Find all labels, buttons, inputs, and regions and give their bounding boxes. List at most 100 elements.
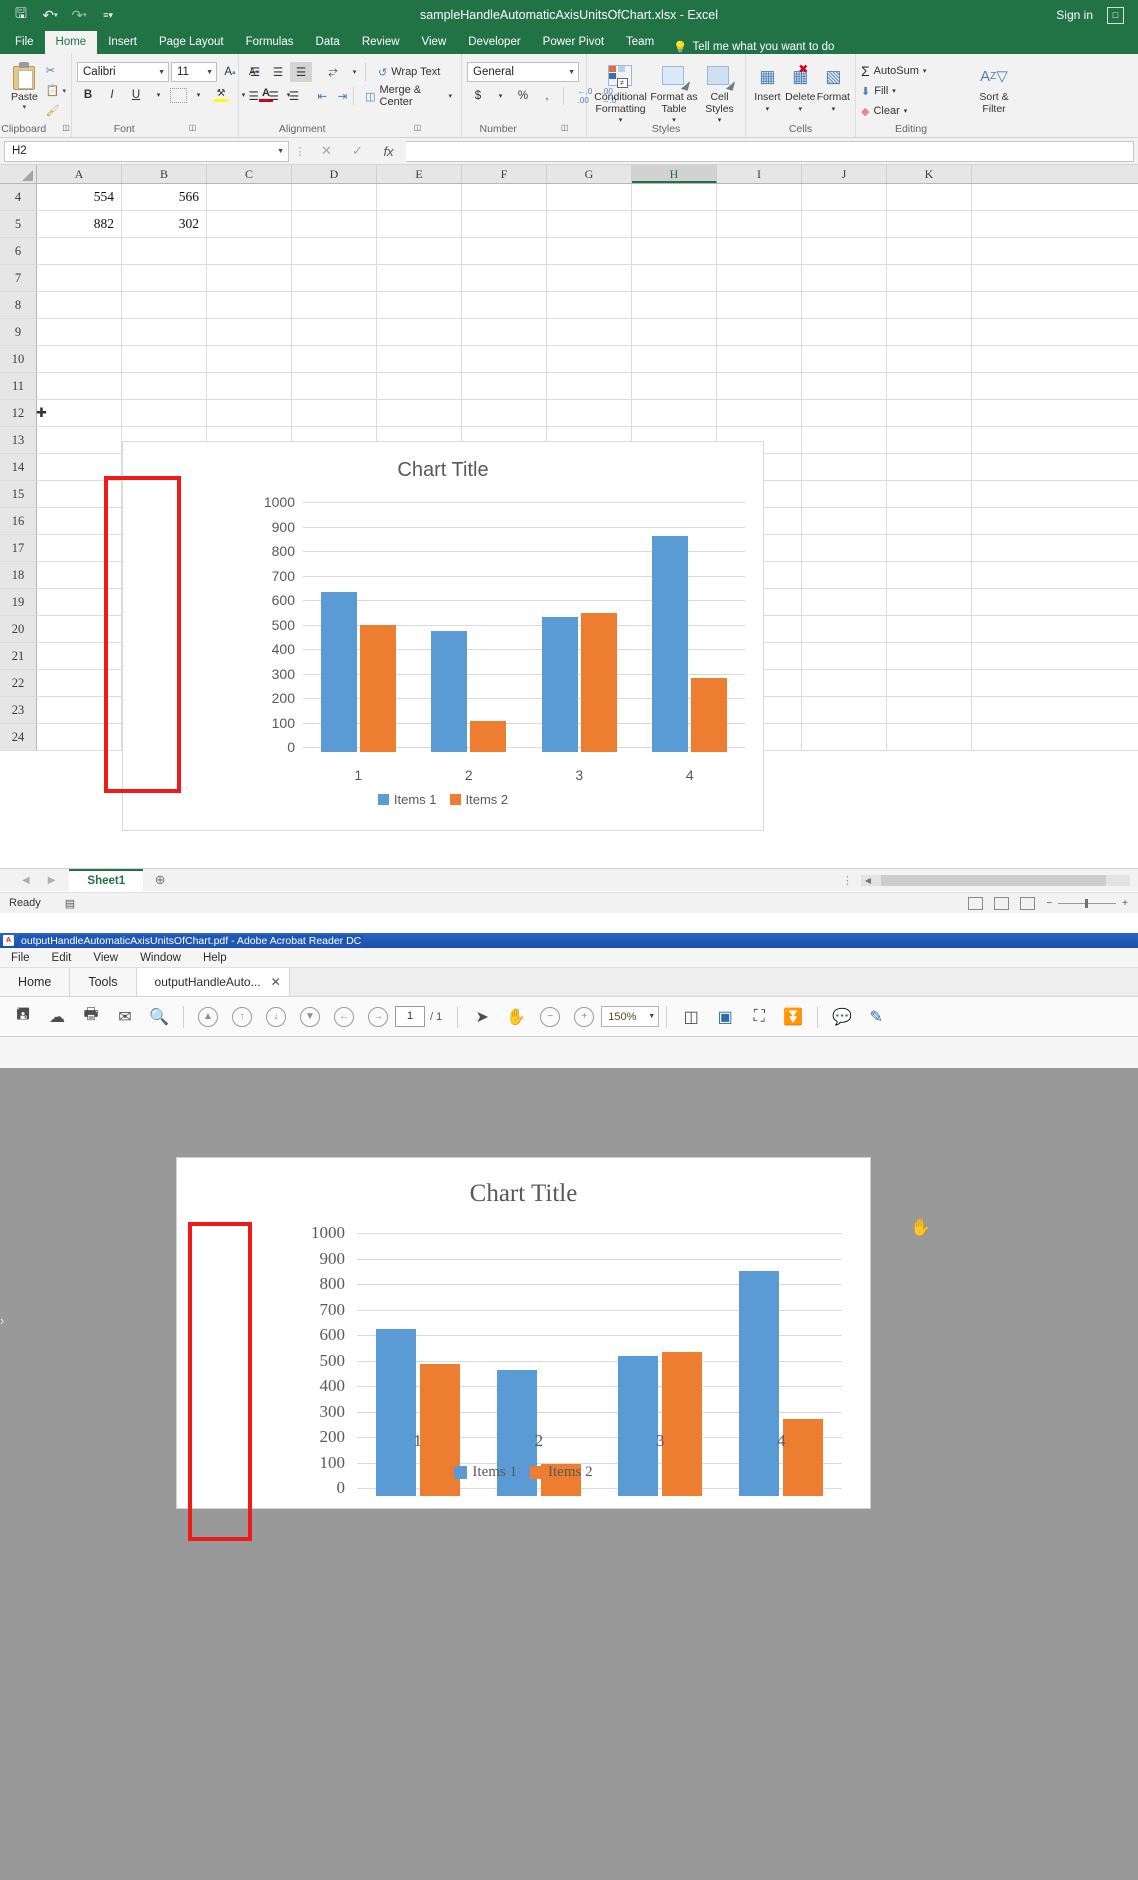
pdf-canvas[interactable]: Chart Title 1000900800700600500400300200… [0,1068,1138,1880]
bar-items-2-4[interactable] [783,1419,823,1496]
cut-button[interactable]: ✂ [46,62,66,79]
search-icon[interactable]: 🔍 [142,1000,176,1034]
cell-K21[interactable] [887,643,972,669]
cell-J23[interactable] [802,697,887,723]
menu-window[interactable]: Window [129,952,192,964]
cell-B11[interactable] [122,373,207,399]
last-page-icon[interactable]: ▼ [293,1000,327,1034]
borders-dropdown-icon[interactable]: ▾ [189,85,208,105]
sign-in-button[interactable]: Sign in [1056,8,1093,22]
cell-H5[interactable] [632,211,717,237]
save-icon[interactable]: 🖫 [12,6,30,24]
cell-K23[interactable] [887,697,972,723]
cell-styles-button[interactable]: Cell Styles ▾ [699,60,740,127]
zoom-out-icon[interactable]: − [533,1000,567,1034]
cell-C6[interactable] [207,238,292,264]
row-header-20[interactable]: 20 [0,616,37,642]
menu-file[interactable]: File [0,952,41,964]
cell-C5[interactable] [207,211,292,237]
cell-A20[interactable] [37,616,122,642]
cell-I11[interactable] [717,373,802,399]
ribbon-tab-insert[interactable]: Insert [97,31,148,54]
row-header-5[interactable]: 5 [0,211,37,237]
comma-style-button[interactable]: , [536,86,558,106]
cell-I6[interactable] [717,238,802,264]
name-box[interactable]: H2 ▼ [4,141,289,162]
accounting-dropdown-icon[interactable]: ▾ [491,86,510,106]
increase-font-size-button[interactable]: A▴ [219,62,241,82]
cell-A17[interactable] [37,535,122,561]
delete-cells-button[interactable]: ▦✖ Delete ▾ [784,60,817,115]
zoom-in-icon[interactable]: + [567,1000,601,1034]
bar-items-2-1[interactable] [360,625,396,752]
cell-G6[interactable] [547,238,632,264]
page-layout-view-button[interactable] [994,897,1009,910]
bold-button[interactable]: B [77,85,99,105]
cell-B12[interactable] [122,400,207,426]
cell-J11[interactable] [802,373,887,399]
row-header-10[interactable]: 10 [0,346,37,372]
cell-K15[interactable] [887,481,972,507]
navigation-pane-toggle[interactable] [0,1068,7,1880]
cell-A19[interactable] [37,589,122,615]
bar-items-1-2[interactable] [431,631,467,752]
row-header-24[interactable]: 24 [0,724,37,750]
cell-A16[interactable] [37,508,122,534]
copy-button[interactable]: 📋▾ [46,82,66,99]
column-header-b[interactable]: B [122,165,207,183]
next-page-icon[interactable]: ↓ [259,1000,293,1034]
cell-E5[interactable] [377,211,462,237]
paste-button[interactable]: Paste ▾ [5,59,44,111]
cell-E9[interactable] [377,319,462,345]
tab-home[interactable]: Home [0,968,70,996]
number-format-combo[interactable]: General ▼ [467,62,579,82]
cell-E7[interactable] [377,265,462,291]
cell-I10[interactable] [717,346,802,372]
column-header-h[interactable]: H [632,165,717,183]
cell-B9[interactable] [122,319,207,345]
previous-sheet-icon[interactable]: ◀ [22,875,30,886]
menu-view[interactable]: View [82,952,129,964]
tell-me-box[interactable]: 💡 Tell me what you want to do [665,40,834,54]
save-icon[interactable]: 🖪 [6,1000,40,1034]
cell-K16[interactable] [887,508,972,534]
accounting-format-button[interactable]: $ [467,86,489,106]
cell-J18[interactable] [802,562,887,588]
bar-items-2-2[interactable] [470,721,506,752]
cell-A13[interactable] [37,427,122,453]
cell-H6[interactable] [632,238,717,264]
fill-color-button[interactable]: ⚒ [210,85,232,105]
cell-F4[interactable] [462,184,547,210]
zoom-level-combo[interactable]: 150% ▼ [601,1006,659,1027]
sheet-tab-sheet1[interactable]: Sheet1 [69,869,143,892]
cell-K18[interactable] [887,562,972,588]
full-screen-icon[interactable]: ⛶ [742,1000,776,1034]
cancel-formula-button[interactable]: ✕ [311,141,342,162]
column-header-d[interactable]: D [292,165,377,183]
select-cursor-icon[interactable]: ➤ [465,1000,499,1034]
cell-K9[interactable] [887,319,972,345]
redo-icon[interactable]: ↷▾ [70,6,88,24]
cell-A11[interactable] [37,373,122,399]
cell-F9[interactable] [462,319,547,345]
cell-B6[interactable] [122,238,207,264]
cell-D6[interactable] [292,238,377,264]
cell-C9[interactable] [207,319,292,345]
cell-J22[interactable] [802,670,887,696]
cell-I12[interactable] [717,400,802,426]
cell-A6[interactable] [37,238,122,264]
cell-F5[interactable] [462,211,547,237]
cell-C7[interactable] [207,265,292,291]
page-number-input[interactable]: 1 [395,1006,425,1027]
cell-J8[interactable] [802,292,887,318]
cell-D12[interactable] [292,400,377,426]
fill-button[interactable]: ⬇ Fill ▾ [861,82,926,100]
cell-J4[interactable] [802,184,887,210]
font-name-combo[interactable]: Calibri ▼ [77,62,169,82]
ribbon-tab-review[interactable]: Review [351,31,411,54]
first-page-icon[interactable]: ▲ [191,1000,225,1034]
wrap-text-button[interactable]: ↺ Wrap Text [374,62,444,82]
cell-C4[interactable] [207,184,292,210]
column-header-k[interactable]: K [887,165,972,183]
cell-E10[interactable] [377,346,462,372]
